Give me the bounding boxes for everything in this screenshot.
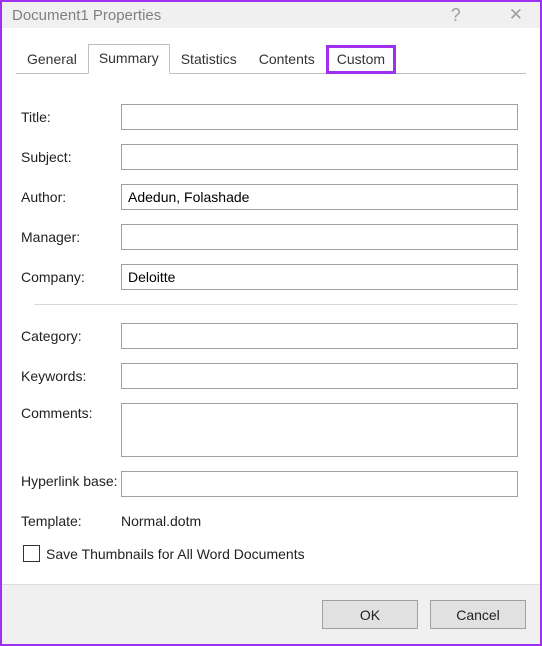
tab-custom[interactable]: Custom [326,45,396,74]
category-input[interactable] [121,323,518,349]
titlebar: Document1 Properties ? ✕ [2,2,540,28]
row-save-thumbnails: Save Thumbnails for All Word Documents [23,545,518,562]
row-company: Company: [21,264,518,290]
save-thumbnails-checkbox[interactable] [23,545,40,562]
summary-form: Title: Subject: Author: Manager: Company… [16,74,526,572]
tab-statistics[interactable]: Statistics [170,45,248,73]
close-icon[interactable]: ✕ [504,5,528,25]
title-label: Title: [21,107,121,127]
subject-label: Subject: [21,147,121,167]
row-title: Title: [21,104,518,130]
hyperlink-input[interactable] [121,471,518,497]
row-hyperlink: Hyperlink base: [21,471,518,497]
row-keywords: Keywords: [21,363,518,389]
tab-summary[interactable]: Summary [88,44,170,74]
author-label: Author: [21,187,121,207]
tab-general[interactable]: General [16,45,88,73]
save-thumbnails-label: Save Thumbnails for All Word Documents [46,546,305,562]
template-value: Normal.dotm [121,513,201,529]
tabs: General Summary Statistics Contents Cust… [16,44,526,74]
dialog-content: General Summary Statistics Contents Cust… [2,28,540,584]
tab-contents[interactable]: Contents [248,45,326,73]
company-input[interactable] [121,264,518,290]
title-input[interactable] [121,104,518,130]
company-label: Company: [21,267,121,287]
keywords-input[interactable] [121,363,518,389]
titlebar-controls: ? ✕ [451,5,528,26]
comments-input[interactable] [121,403,518,457]
row-subject: Subject: [21,144,518,170]
help-icon[interactable]: ? [451,5,461,26]
category-label: Category: [21,326,121,346]
row-template: Template: Normal.dotm [21,511,518,531]
manager-label: Manager: [21,227,121,247]
keywords-label: Keywords: [21,366,121,386]
ok-button[interactable]: OK [322,600,418,629]
row-author: Author: [21,184,518,210]
dialog-title: Document1 Properties [12,7,451,24]
cancel-button[interactable]: Cancel [430,600,526,629]
subject-input[interactable] [121,144,518,170]
hyperlink-label: Hyperlink base: [21,471,121,491]
row-category: Category: [21,323,518,349]
row-comments: Comments: [21,403,518,457]
properties-dialog: Document1 Properties ? ✕ General Summary… [0,0,542,646]
author-input[interactable] [121,184,518,210]
row-manager: Manager: [21,224,518,250]
manager-input[interactable] [121,224,518,250]
dialog-footer: OK Cancel [2,584,540,644]
divider [34,304,518,305]
comments-label: Comments: [21,403,121,423]
template-label: Template: [21,511,121,531]
